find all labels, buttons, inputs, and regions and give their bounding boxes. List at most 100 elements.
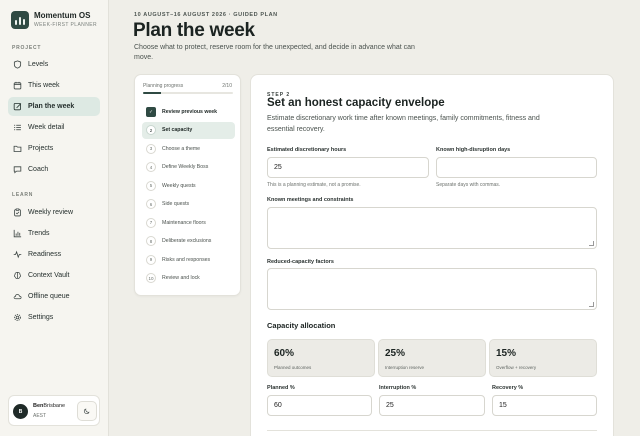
disruption-label: Known high-disruption days — [436, 147, 511, 153]
step-item[interactable]: 3 Choose a theme — [142, 140, 235, 157]
progress-count: 2/10 — [222, 83, 232, 89]
calendar-icon — [13, 81, 22, 90]
step-label: Define Weekly Boss — [162, 164, 209, 170]
capacity-form-card: STEP 2 Set an honest capacity envelope E… — [250, 74, 614, 436]
sidebar: Momentum OS WEEK-FIRST PLANNER PROJECT L… — [0, 0, 109, 436]
chat-icon — [13, 166, 22, 174]
step-label: Weekly quests — [162, 182, 196, 189]
brand[interactable]: Momentum OS WEEK-FIRST PLANNER — [11, 11, 97, 29]
clipboard-icon — [14, 208, 21, 217]
step-label: Risks and responses — [162, 256, 211, 263]
sidebar-item-label: Levels — [28, 61, 49, 68]
sidebar-item-label: Plan the week — [28, 103, 75, 110]
allocation-interruption-card: 25% Interruption reserve — [378, 339, 486, 377]
step-item[interactable]: 5 Weekly quests — [142, 177, 235, 194]
sidebar-item-plan-the-week[interactable]: Plan the week — [8, 97, 100, 116]
step-number: 8 — [146, 236, 156, 246]
sidebar-item-settings[interactable]: Settings — [8, 308, 100, 327]
form-description: Estimate discretionary work time after k… — [267, 115, 540, 133]
sidebar-item-offline-queue[interactable]: Offline queue — [8, 287, 100, 306]
allocation-value: 60% — [274, 348, 295, 359]
reduced-capacity-label: Reduced-capacity factors — [267, 259, 334, 265]
sidebar-item-week-detail[interactable]: Week detail — [8, 118, 100, 137]
hours-input[interactable]: 25 — [267, 157, 429, 178]
planned-percent-input[interactable]: 60 — [267, 395, 372, 416]
page-title: Plan the week — [133, 20, 255, 41]
sidebar-item-label: Settings — [28, 314, 54, 321]
step-number: 10 — [146, 273, 156, 283]
meetings-textarea[interactable] — [267, 207, 597, 249]
brain-icon — [14, 271, 21, 279]
sidebar-item-label: Readiness — [28, 251, 62, 258]
week-range-eyebrow: 10 AUGUST–16 AUGUST 2026 · GUIDED PLAN — [134, 12, 278, 18]
app-name: Momentum OS — [34, 11, 91, 20]
allocation-label: Planned outcomes — [274, 365, 312, 370]
user-name-line: BenBrisbane — [33, 403, 65, 409]
theme-toggle-button[interactable] — [77, 401, 97, 421]
sidebar-item-coach[interactable]: Coach — [8, 160, 100, 179]
sidebar-item-levels[interactable]: Levels — [8, 55, 100, 74]
app-logo-icon — [11, 11, 29, 29]
gear-icon — [14, 314, 21, 321]
resize-handle-icon[interactable] — [589, 302, 594, 307]
step-label: Choose a theme — [162, 145, 201, 152]
edit-icon — [13, 102, 22, 111]
disruption-days-input[interactable] — [436, 157, 597, 178]
progress-bar — [143, 92, 233, 94]
disruption-hint: Separate days with commas. — [436, 182, 501, 188]
interruption-percent-label: Interruption % — [379, 385, 417, 391]
step-label: Deliberate exclusions — [162, 238, 212, 244]
recovery-percent-input[interactable]: 15 — [492, 395, 597, 416]
step-item[interactable]: 10 Review and lock — [142, 270, 235, 287]
hours-label: Estimated discretionary hours — [267, 147, 347, 153]
user-card[interactable]: B BenBrisbane AEST — [8, 395, 100, 426]
progress-label: Planning progress — [143, 83, 184, 89]
meetings-label: Known meetings and constraints — [267, 197, 354, 203]
reduced-capacity-textarea[interactable] — [267, 268, 597, 310]
planned-percent-label: Planned % — [267, 385, 295, 391]
allocation-recovery-card: 15% Overflow + recovery — [489, 339, 597, 377]
step-label: Side quests — [162, 201, 190, 207]
shield-icon — [13, 60, 22, 69]
chart-icon — [13, 229, 22, 238]
progress-bar-fill — [143, 92, 161, 94]
sidebar-item-label: Projects — [28, 145, 54, 152]
sidebar-item-readiness[interactable]: Readiness — [8, 245, 100, 264]
sidebar-item-label: Trends — [28, 230, 50, 237]
step-number: 9 — [146, 254, 156, 265]
user-name: Ben — [33, 403, 44, 409]
step-item[interactable]: 2 Set capacity — [142, 121, 235, 139]
sidebar-item-this-week[interactable]: This week — [8, 76, 100, 95]
step-item[interactable]: 6 Side quests — [142, 196, 235, 213]
nav-section-project: PROJECT — [12, 45, 42, 51]
allocation-planned-card: 60% Planned outcomes — [267, 339, 375, 377]
sidebar-item-label: Offline queue — [28, 293, 70, 300]
step-item[interactable]: 9 Risks and responses — [142, 251, 235, 268]
resize-handle-icon[interactable] — [589, 241, 594, 246]
step-label: Review previous week — [162, 108, 218, 115]
nav-section-learn: LEARN — [12, 192, 34, 198]
sidebar-item-weekly-review[interactable]: Weekly review — [8, 203, 100, 222]
step-item[interactable]: 4 Define Weekly Boss — [142, 159, 235, 176]
step-item[interactable]: 8 Deliberate exclusions — [142, 233, 235, 250]
step-number: 6 — [146, 199, 156, 209]
step-number: 5 — [146, 180, 156, 191]
step-label: Review and lock — [162, 275, 200, 281]
step-number: 4 — [146, 162, 156, 172]
step-item[interactable]: ✓ Review previous week — [142, 103, 235, 120]
step-number: 3 — [146, 143, 156, 154]
allocation-value: 25% — [385, 348, 406, 359]
sidebar-item-label: Context Vault — [28, 272, 70, 279]
page-subtitle: Choose what to protect, reserve room for… — [134, 44, 415, 61]
avatar: B — [13, 404, 28, 419]
allocation-value: 15% — [496, 348, 517, 359]
sidebar-item-context-vault[interactable]: Context Vault — [8, 266, 100, 285]
sidebar-item-label: This week — [28, 82, 60, 89]
recovery-percent-label: Recovery % — [492, 385, 524, 391]
sidebar-item-projects[interactable]: Projects — [8, 139, 100, 158]
sidebar-item-trends[interactable]: Trends — [8, 224, 100, 243]
sidebar-item-label: Weekly review — [28, 209, 73, 216]
step-item[interactable]: 7 Maintenance floors — [142, 214, 235, 231]
moon-icon — [83, 408, 90, 415]
interruption-percent-input[interactable]: 25 — [379, 395, 485, 416]
